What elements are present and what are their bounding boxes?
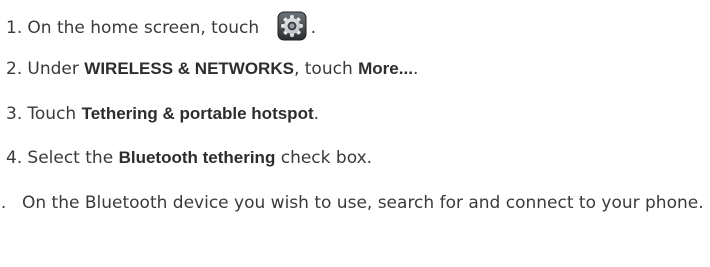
- step-number: 1.: [6, 18, 23, 38]
- step-number: 5.: [0, 193, 7, 213]
- step-text-end: .: [310, 18, 316, 38]
- step-text: Touch: [27, 104, 82, 124]
- step-text: , touch: [293, 59, 359, 79]
- step-3: 3. Touch Tethering & portable hotspot.: [6, 101, 706, 127]
- menu-option-name: More...: [358, 59, 413, 78]
- step-1: 1. On the home screen, touch .: [6, 11, 706, 41]
- step-text: Select the: [27, 148, 119, 168]
- step-text: Under: [27, 59, 85, 79]
- step-text: On the Bluetooth device you wish to use,…: [22, 193, 704, 213]
- step-text-end: .: [313, 104, 320, 124]
- step-number: 2.: [6, 59, 23, 79]
- step-text-end: .: [412, 59, 419, 79]
- step-text-end: check box.: [275, 148, 373, 168]
- step-5: 5. On the Bluetooth device you wish to us…: [0, 190, 710, 216]
- settings-gear-icon: [277, 11, 307, 41]
- step-4: 4. Select the Bluetooth tethering check …: [6, 145, 706, 171]
- step-text: On the home screen, touch: [27, 18, 260, 38]
- menu-section-name: WIRELESS & NETWORKS: [84, 59, 294, 78]
- step-2: 2. Under WIRELESS & NETWORKS, touch More…: [6, 56, 706, 82]
- checkbox-name: Bluetooth tethering: [118, 148, 276, 167]
- step-number: 4.: [6, 148, 23, 168]
- step-number: 3.: [6, 104, 23, 124]
- menu-option-name: Tethering & portable hotspot: [81, 104, 314, 123]
